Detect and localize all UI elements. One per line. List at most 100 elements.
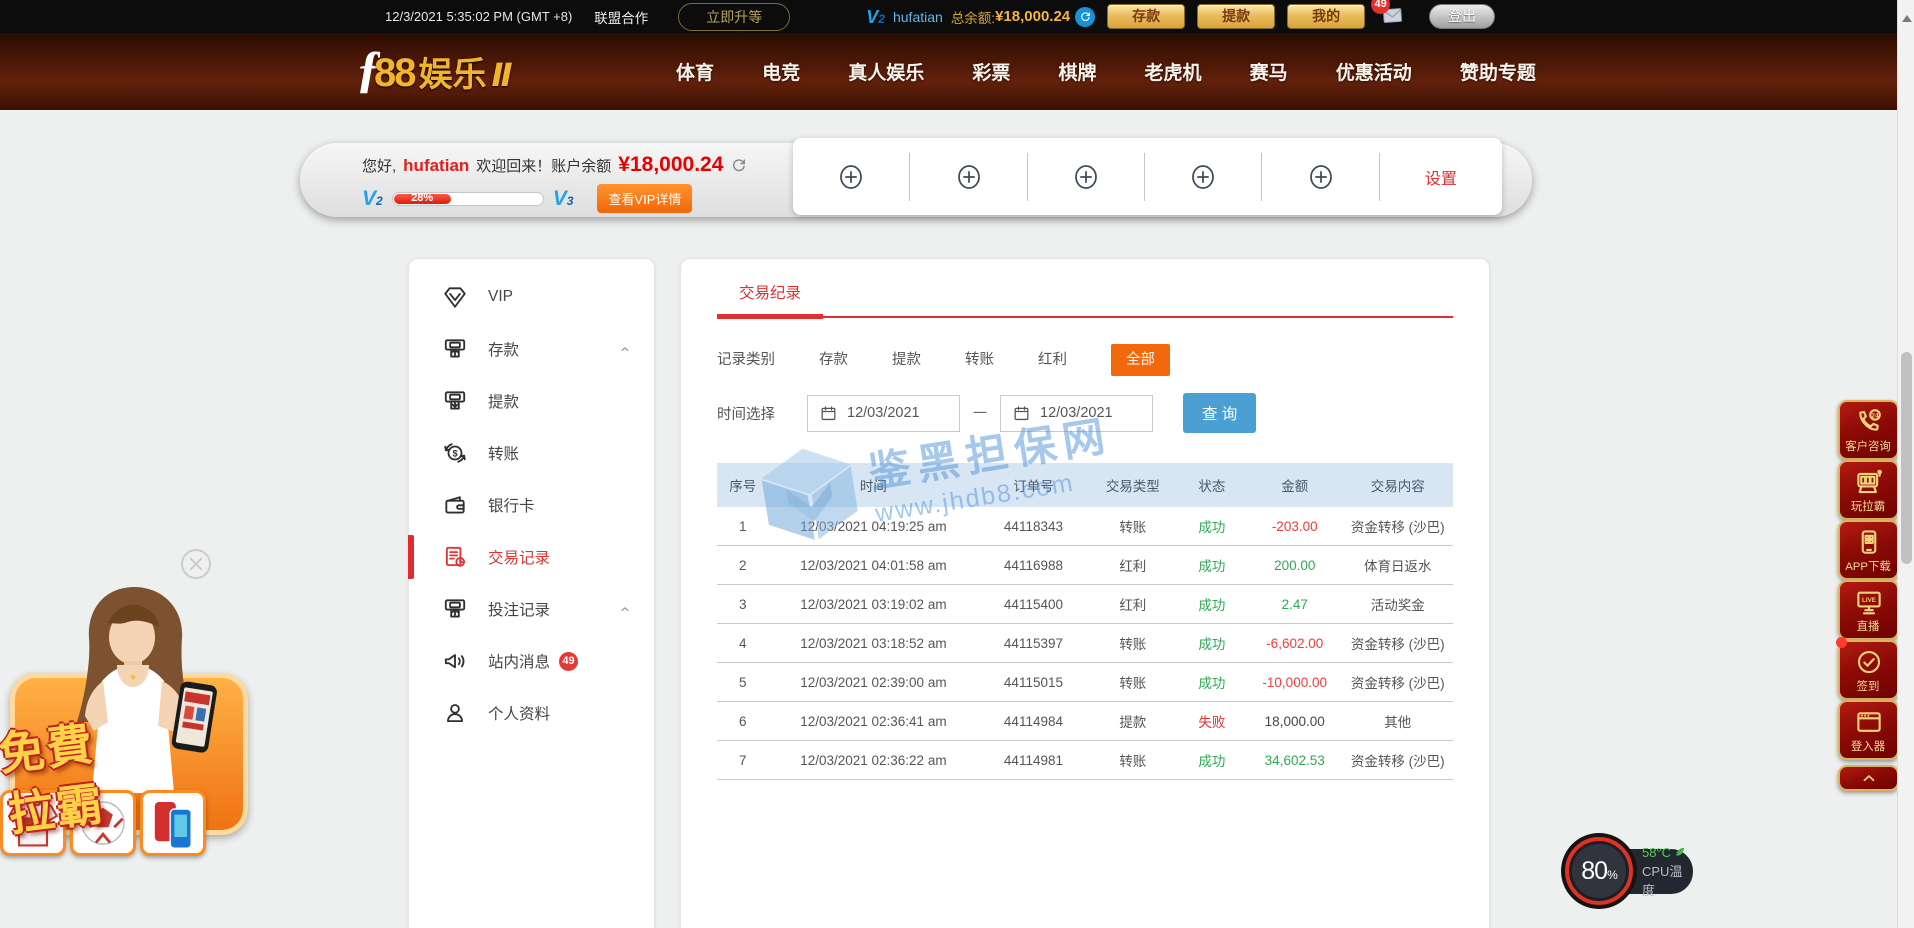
mail-icon[interactable]: 49 (1379, 5, 1409, 29)
cell-content: 资金转移 (沙巴) (1343, 516, 1453, 536)
phones-icon (145, 795, 201, 851)
withdraw-button[interactable]: 提款 (1197, 4, 1275, 29)
balance-amount: ¥18,000.24 (995, 8, 1070, 25)
quick-add-slot-4[interactable] (1145, 160, 1261, 194)
leaf-icon (1674, 846, 1686, 858)
cell-content: 活动奖金 (1343, 594, 1453, 614)
cell-content: 资金转移 (沙巴) (1343, 672, 1453, 692)
date-from-input[interactable]: 12/03/2021 (807, 395, 960, 432)
scrollbar-thumb[interactable] (1901, 352, 1912, 564)
page: 12/3/2021 5:35:02 PM (GMT +8) 联盟合作 立即升等 … (0, 0, 1914, 928)
chevron-up-icon (618, 342, 632, 356)
floating-button[interactable]: 签到 (1838, 640, 1899, 700)
sidebar-item[interactable]: VIP (409, 271, 654, 323)
filter-option[interactable]: 存款 (819, 352, 848, 368)
sidebar-item[interactable]: $ 转账 (409, 427, 654, 479)
slot-machine-icon (1854, 467, 1884, 497)
svg-text:24: 24 (1871, 412, 1878, 419)
nav-item[interactable]: 优惠活动 (1336, 58, 1412, 85)
cell-status: 成功 (1177, 633, 1247, 653)
vip-detail-button[interactable]: 查看VIP详情 (597, 184, 692, 213)
quick-add-slot-2[interactable] (910, 160, 1026, 194)
vip-progress-value: 28% (411, 193, 433, 204)
floating-button[interactable]: 玩拉霸 (1838, 460, 1899, 520)
floating-button[interactable]: 登入器 (1838, 700, 1899, 760)
username-link[interactable]: hufatian (893, 9, 943, 25)
filter-option[interactable]: 转账 (965, 352, 994, 368)
nav-item[interactable]: 真人娱乐 (848, 58, 924, 85)
nav-item[interactable]: 彩票 (972, 58, 1010, 85)
table-header-row: 序号时间订单号交易类型状态金额交易内容 (717, 463, 1453, 507)
filter-option[interactable]: 提款 (892, 352, 921, 368)
plus-circle-icon (1188, 160, 1218, 194)
cell-status: 成功 (1177, 750, 1247, 770)
cell-amount: -10,000.00 (1247, 675, 1343, 690)
cell-type: 转账 (1089, 672, 1177, 692)
alliance-link[interactable]: 联盟合作 (594, 7, 648, 27)
cell-status: 成功 (1177, 594, 1247, 614)
cell-type: 转账 (1089, 633, 1177, 653)
cell-type: 提款 (1089, 711, 1177, 731)
collapse-floating-bar-button[interactable] (1838, 765, 1899, 791)
refresh-icon[interactable] (730, 156, 748, 174)
nav-item[interactable]: 体育 (676, 58, 714, 85)
logout-button[interactable]: 登出 (1429, 4, 1495, 29)
page-scrollbar[interactable] (1897, 0, 1914, 928)
live-screen-icon: LIVE (1854, 587, 1884, 617)
cell-content: 体育日返水 (1343, 555, 1453, 575)
filter-option[interactable]: 红利 (1038, 352, 1067, 368)
floating-button[interactable]: 24 客户咨询 (1838, 400, 1899, 460)
quick-add-slot-3[interactable] (1028, 160, 1144, 194)
cpu-label: CPU温度 (1642, 861, 1693, 899)
promo-banner[interactable]: 免費 拉霸 (0, 595, 258, 885)
promo-thumb-phones[interactable] (140, 790, 206, 856)
vip-current-badge: V2 (362, 188, 383, 209)
sidebar-item-label: 个人资料 (488, 702, 550, 724)
refresh-balance-icon[interactable] (1075, 7, 1095, 27)
floating-button[interactable]: APP下载 (1838, 520, 1899, 580)
balance-label: 总余额: (951, 7, 995, 27)
sidebar-item[interactable]: 银行卡 (409, 479, 654, 531)
megaphone-icon (442, 648, 468, 674)
site-logo[interactable]: ƒ88娱乐Ⅱ (356, 47, 513, 96)
sidebar-item[interactable]: 投注记录 (409, 583, 654, 635)
nav-item[interactable]: 赞助专题 (1460, 58, 1536, 85)
sidebar-item[interactable]: 站内消息 49 (409, 635, 654, 687)
nav-item[interactable]: 老虎机 (1145, 58, 1202, 85)
sidebar-item[interactable]: 提款 (409, 375, 654, 427)
betting-record-icon (442, 596, 468, 622)
nav-item[interactable]: 电竞 (762, 58, 800, 85)
search-button[interactable]: 查 询 (1183, 393, 1256, 433)
quick-add-slot-1[interactable] (793, 160, 909, 194)
sidebar-item[interactable]: 个人资料 (409, 687, 654, 739)
nav-item[interactable]: 棋牌 (1058, 58, 1096, 85)
welcome-username: hufatian (403, 156, 469, 176)
sidebar-item[interactable]: 存款 (409, 323, 654, 375)
column-header: 金额 (1247, 475, 1343, 495)
column-header: 序号 (717, 475, 769, 495)
promo-close-icon[interactable] (181, 549, 211, 579)
floating-button-label: APP下载 (1846, 557, 1892, 573)
quick-add-slot-5[interactable] (1262, 160, 1378, 194)
cell-order-no: 44114984 (978, 714, 1088, 729)
sidebar-item-label: 提款 (488, 390, 519, 412)
filter-label: 记录类别 (717, 348, 775, 369)
floating-button-label: 客户咨询 (1846, 437, 1892, 453)
cell-amount: -203.00 (1247, 519, 1343, 534)
sidebar-item[interactable]: 交易记录 (409, 531, 654, 583)
cpu-percent: 80% (1581, 857, 1616, 886)
table-row: 3 12/03/2021 03:19:02 am 44115400 红利 成功 … (717, 585, 1453, 624)
cell-time: 12/03/2021 04:19:25 am (769, 519, 979, 534)
upgrade-button[interactable]: 立即升等 (678, 3, 790, 31)
scrollbar-up-arrow[interactable] (1902, 15, 1912, 22)
filter-option[interactable]: 全部 (1111, 344, 1170, 376)
deposit-button[interactable]: 存款 (1107, 4, 1185, 29)
cell-seq: 2 (717, 558, 769, 573)
floating-button[interactable]: LIVE 直播 (1838, 580, 1899, 640)
nav-item[interactable]: 赛马 (1250, 58, 1288, 85)
settings-link[interactable]: 设置 (1380, 165, 1502, 189)
date-to-input[interactable]: 12/03/2021 (1000, 395, 1153, 432)
tab-transaction-records[interactable]: 交易纪录 (717, 281, 823, 316)
my-account-button[interactable]: 我的 (1287, 4, 1365, 29)
table-row: 1 12/03/2021 04:19:25 am 44118343 转账 成功 … (717, 507, 1453, 546)
